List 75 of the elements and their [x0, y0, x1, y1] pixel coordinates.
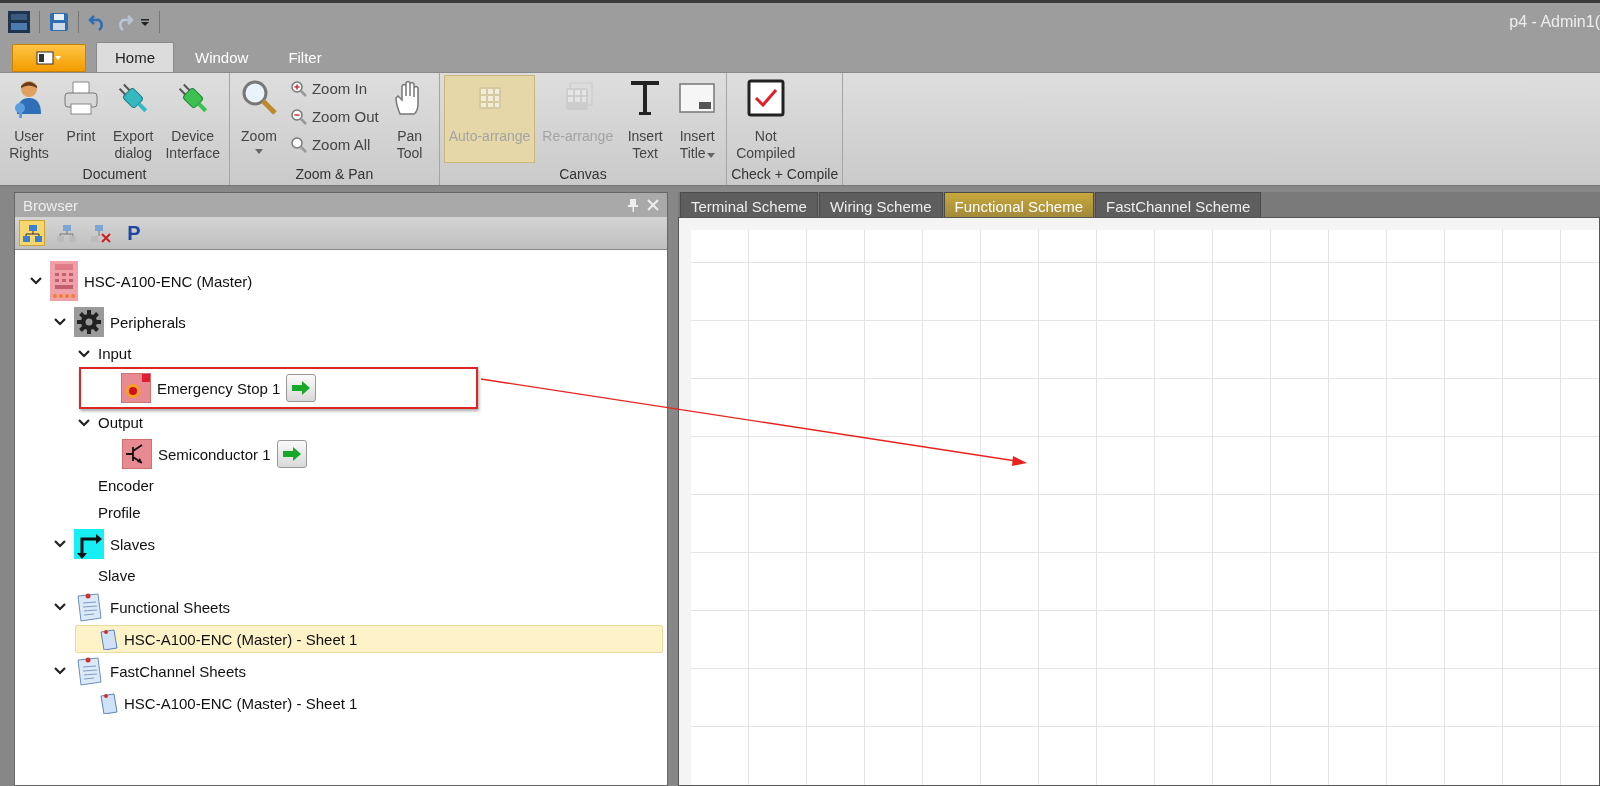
document-tab[interactable]: Wiring Scheme	[818, 192, 943, 217]
tree-item[interactable]: Emergency Stop 1	[79, 367, 479, 409]
tree-item[interactable]: Profile	[75, 499, 663, 526]
tree-item[interactable]: Semiconductor 1	[99, 436, 663, 472]
transistor-icon	[122, 439, 152, 469]
ribbon-tab[interactable]: Home	[96, 42, 174, 72]
panel-title: Browser	[23, 196, 78, 214]
tree-item[interactable]: HSC-A100-ENC (Master) - Sheet 1	[75, 689, 663, 717]
tree-remove-icon	[89, 222, 111, 244]
window-title: p4 - Admin1(	[1509, 12, 1600, 31]
tree-view-icon	[21, 222, 43, 244]
corner-arrows-icon	[74, 529, 104, 559]
save-icon	[49, 11, 69, 32]
ribbon-button[interactable]: Pan Tool	[384, 75, 435, 165]
ribbon-group-label: Document	[81, 166, 148, 184]
ribbon-group-label: Check + Compile	[731, 166, 839, 184]
application-menu-button[interactable]	[12, 44, 86, 72]
ribbon-button[interactable]: Print	[56, 75, 106, 163]
toolbar-button[interactable]	[19, 220, 45, 246]
document-tab[interactable]: FastChannel Scheme	[1095, 192, 1262, 217]
tree-item[interactable]: Input	[75, 340, 663, 367]
notepad-icon	[98, 628, 118, 650]
zoom-in-icon	[289, 80, 307, 97]
arrow-right-icon	[281, 447, 302, 461]
chevron-down-icon	[78, 416, 90, 429]
chevron-down-icon	[54, 316, 66, 328]
tree-item[interactable]: HSC-A100-ENC (Master) - Sheet 1	[75, 625, 663, 653]
chevron-down-icon	[54, 601, 66, 613]
app-logo-icon	[8, 10, 30, 33]
magnifier-icon	[289, 136, 307, 153]
tree-item[interactable]: Output	[75, 409, 663, 436]
ribbon-button[interactable]: Zoom In	[285, 77, 383, 100]
tree-item[interactable]: Encoder	[75, 472, 663, 499]
chevron-down-icon	[54, 538, 66, 550]
printer-icon	[61, 78, 101, 118]
ribbon-button[interactable]: Device Interface	[160, 75, 225, 165]
toolbar-button[interactable]: P	[121, 220, 147, 246]
notepad-icon	[74, 592, 104, 622]
ribbon-group-label: Zoom & Pan	[294, 166, 375, 184]
zoom-out-icon	[289, 108, 307, 125]
tree-item[interactable]: Functional Sheets	[51, 589, 663, 625]
ribbon-button[interactable]: Zoom	[233, 75, 284, 163]
ribbon-button[interactable]: User Rights	[4, 75, 54, 165]
ribbon-button[interactable]: Zoom All	[285, 133, 383, 156]
notepad-icon	[74, 656, 104, 686]
ribbon-button[interactable]: Not Compiled	[731, 75, 801, 165]
tree-item[interactable]: Slave	[75, 562, 663, 589]
dropdown-caret-icon	[140, 16, 150, 27]
document-tab[interactable]: Terminal Scheme	[680, 192, 818, 217]
chevron-down-icon	[30, 275, 42, 287]
tree-item[interactable]: Slaves	[51, 526, 663, 562]
checkbox-icon	[745, 78, 786, 118]
dropdown-caret-icon	[255, 149, 264, 154]
notepad-icon	[98, 692, 118, 714]
ribbon-button[interactable]: Export dialog	[108, 75, 159, 165]
ribbon-button[interactable]: Insert Title	[672, 75, 723, 165]
gear-icon	[74, 307, 104, 337]
pin-icon	[627, 198, 639, 212]
device-module-icon	[50, 261, 78, 301]
ribbon-button[interactable]: Zoom Out	[285, 105, 383, 128]
tree-view-icon	[55, 222, 77, 244]
go-to-button[interactable]	[276, 440, 307, 468]
ribbon-button[interactable]: Insert Text	[620, 75, 671, 165]
tree-item[interactable]: HSC-A100-ENC (Master)	[27, 258, 663, 304]
dropdown-caret-icon	[706, 153, 715, 158]
go-to-button[interactable]	[286, 374, 317, 402]
emergency-stop-icon	[121, 373, 151, 403]
chevron-down-icon	[54, 665, 66, 677]
chevron-down-icon	[78, 347, 90, 360]
arrow-right-icon	[291, 381, 312, 395]
panel-icon	[36, 51, 62, 65]
tree-item[interactable]: Peripherals	[51, 304, 663, 340]
ribbon-group-label: Canvas	[558, 166, 608, 184]
tree-item[interactable]: FastChannel Sheets	[51, 653, 663, 689]
close-icon	[647, 199, 659, 211]
